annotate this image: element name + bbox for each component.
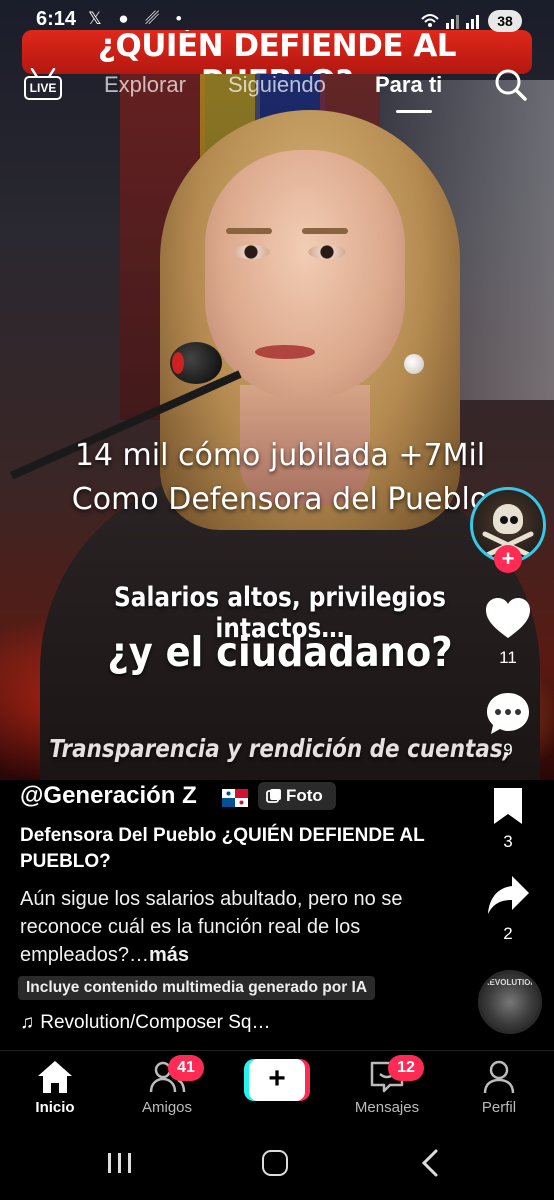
active-tab-indicator bbox=[396, 110, 432, 113]
live-label: LIVE bbox=[24, 76, 62, 100]
create-button[interactable]: + bbox=[244, 1059, 310, 1101]
earring bbox=[404, 354, 424, 374]
nav-home[interactable]: Inicio bbox=[10, 1059, 100, 1116]
home-system-icon[interactable] bbox=[262, 1150, 288, 1176]
nav-profile-label: Perfil bbox=[481, 1099, 517, 1116]
nav-friends[interactable]: Amigos 41 bbox=[122, 1055, 212, 1116]
skull-eye bbox=[500, 516, 508, 524]
battery-indicator: 38 bbox=[488, 10, 522, 32]
skull-eye bbox=[510, 516, 518, 524]
nav-inbox-label: Mensajes bbox=[354, 1099, 420, 1116]
photo-type-badge: Foto bbox=[258, 782, 336, 810]
system-nav-bar bbox=[0, 1126, 554, 1200]
overlay-text-salary: 14 mil cómo jubilada +7Mil Como Defensor… bbox=[71, 438, 489, 517]
music-track-name: Revolution/Composer Sq… bbox=[40, 1012, 271, 1033]
comment-count: 9 bbox=[503, 740, 513, 759]
share-arrow-icon[interactable] bbox=[486, 874, 530, 916]
photo-badge-icon bbox=[266, 789, 281, 803]
like-count: 11 bbox=[499, 648, 517, 667]
microphone-ring bbox=[172, 352, 184, 374]
ai-content-label: Incluye contenido multimedia generado po… bbox=[18, 976, 376, 1000]
photo-type-label: Foto bbox=[286, 786, 323, 805]
nav-friends-label: Amigos bbox=[141, 1099, 193, 1116]
eyebrow bbox=[302, 228, 348, 234]
notification-icons: 𝕏 ● ␥ • bbox=[88, 9, 188, 28]
author-username[interactable]: @Generación Z bbox=[20, 782, 197, 810]
tab-explorar[interactable]: Explorar bbox=[104, 72, 186, 98]
overlay-text-question: ¿y el ciudadano? bbox=[107, 628, 453, 676]
music-track[interactable]: ♫ Revolution/Composer Sq… bbox=[20, 1012, 270, 1034]
status-time: 6:14 bbox=[36, 8, 77, 30]
profile-icon bbox=[483, 1060, 515, 1094]
mouth bbox=[255, 345, 315, 359]
overlay-text-transparency: Transparencia y rendición de cuentas, bbox=[49, 734, 511, 763]
live-button[interactable]: LIVE bbox=[24, 68, 62, 100]
post-title: Defensora Del Pueblo ¿QUIÉN DEFIENDE AL … bbox=[20, 825, 425, 872]
tab-para-ti[interactable]: Para ti bbox=[375, 72, 442, 98]
comment-icon[interactable] bbox=[484, 690, 532, 738]
post-description[interactable]: Aún sigue los salarios abultado, pero no… bbox=[20, 885, 470, 969]
like-heart-icon[interactable] bbox=[484, 596, 532, 640]
nav-home-label: Inicio bbox=[35, 1099, 75, 1116]
eye bbox=[232, 245, 270, 259]
search-icon[interactable] bbox=[494, 68, 528, 102]
signal-icon bbox=[421, 14, 479, 29]
description-text: Aún sigue los salarios abultado, pero no… bbox=[20, 888, 403, 966]
status-bar: 6:14 𝕏 ● ␥ • 38 bbox=[0, 0, 554, 42]
follow-button[interactable]: + bbox=[494, 545, 522, 573]
nav-inbox[interactable]: Mensajes 12 bbox=[342, 1055, 432, 1116]
bookmark-count: 3 bbox=[503, 832, 513, 851]
bookmark-icon[interactable] bbox=[490, 786, 526, 826]
music-note-icon: ♫ bbox=[20, 1012, 35, 1033]
eyebrow bbox=[226, 228, 272, 234]
person-face bbox=[205, 150, 405, 400]
plus-icon: + bbox=[249, 1059, 305, 1101]
share-count: 2 bbox=[503, 924, 513, 943]
friends-badge: 41 bbox=[168, 1055, 204, 1081]
recents-icon[interactable] bbox=[106, 1152, 134, 1174]
nav-profile[interactable]: Perfil bbox=[454, 1059, 544, 1116]
music-disc-text: REVOLUTION bbox=[483, 978, 537, 987]
back-icon[interactable] bbox=[420, 1148, 440, 1178]
tab-siguiendo[interactable]: Siguiendo bbox=[228, 72, 326, 98]
more-link[interactable]: más bbox=[149, 944, 189, 966]
inbox-badge: 12 bbox=[388, 1055, 424, 1081]
music-disc[interactable]: REVOLUTION bbox=[478, 970, 542, 1034]
panama-flag-icon bbox=[222, 789, 248, 807]
eye bbox=[308, 245, 346, 259]
home-icon bbox=[38, 1061, 72, 1093]
